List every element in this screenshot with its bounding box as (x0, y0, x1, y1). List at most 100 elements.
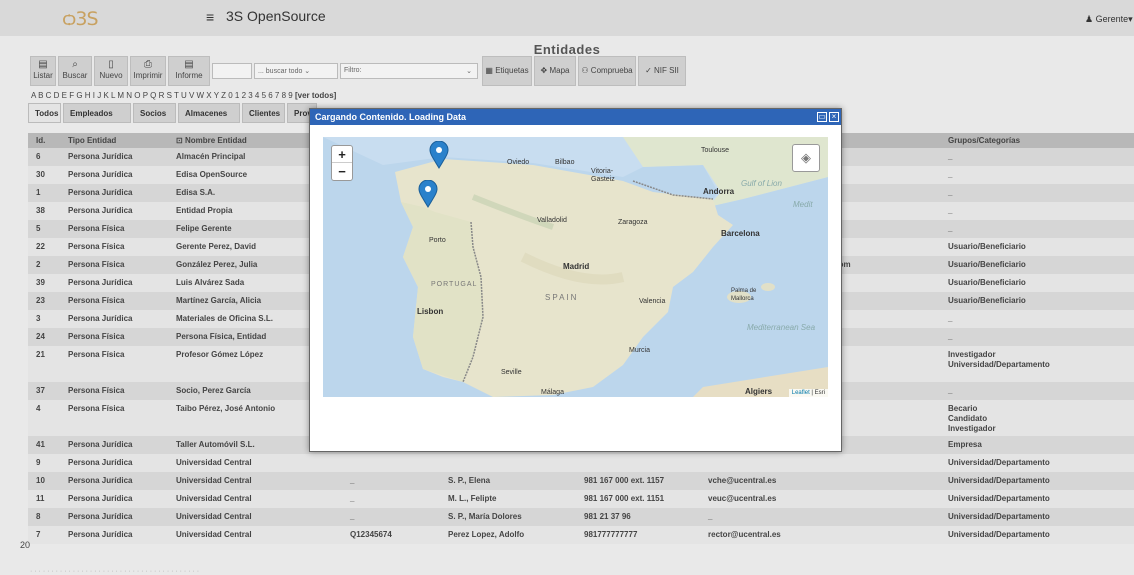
map-label-gulf-of-lion: Gulf of Lion (741, 179, 782, 188)
hamburger-icon[interactable]: ≡ (206, 9, 214, 25)
cell-telefono: 981777777777 (584, 530, 638, 539)
cell-grupos: Universidad/Departamento (948, 530, 1050, 539)
cell-id: 23 (36, 296, 45, 305)
cell-cif: _ (350, 476, 355, 485)
table-row[interactable]: 11 Persona Jurídica Universidad Central _ M.… (28, 490, 1134, 508)
cell-grupos: Usuario/Beneficiario (948, 296, 1026, 305)
cell-grupos: Becario Candidato Investigador (948, 404, 996, 433)
check-users-icon: ⚇ (581, 66, 589, 75)
cell-id: 41 (36, 440, 45, 449)
cell-tipo: Persona Física (68, 404, 125, 413)
cell-id: 30 (36, 170, 45, 179)
cell-nombre: Felipe Gerente (176, 224, 232, 233)
cell-nombre: Entidad Propia (176, 206, 233, 215)
layers-icon[interactable]: ◈ (792, 144, 820, 172)
new-button[interactable]: ▯ Nuevo (94, 56, 128, 86)
table-row[interactable]: 7 Persona Jurídica Universidad Central Q123… (28, 526, 1134, 544)
table-row[interactable]: 9 Persona Jurídica Universidad Central Univ… (28, 454, 1134, 472)
col-grupos[interactable]: Grupos/Categorías (948, 136, 1020, 145)
map-label-valencia: Valencia (639, 298, 666, 305)
map-marker-icon[interactable] (418, 180, 438, 208)
tab-socios[interactable]: Socios (133, 103, 176, 123)
cell-grupos: Usuario/Beneficiario (948, 278, 1026, 287)
cell-id: 6 (36, 152, 41, 161)
map-label-spain: SPAIN (545, 293, 579, 302)
tab-clientes[interactable]: Clientes (242, 103, 285, 123)
search-input[interactable] (212, 63, 252, 79)
cell-id: 7 (36, 530, 41, 539)
col-nombre[interactable]: ⊡ Nombre Entidad (176, 136, 247, 145)
letter-index[interactable]: A B C D E F G H I J K L M N O P Q R S T … (31, 91, 336, 100)
tab-almacenes[interactable]: Almacenes (178, 103, 240, 123)
cell-grupos: _ (948, 206, 953, 215)
cell-nombre: Martínez García, Alicia (176, 296, 262, 305)
leaflet-link[interactable]: Leaflet (792, 390, 810, 396)
cell-tipo: Persona Jurídica (68, 512, 133, 521)
app-logo[interactable]: ѻ3S (62, 8, 99, 30)
cell-grupos: _ (948, 170, 953, 179)
user-menu[interactable]: ♟ Gerente▾ (1085, 14, 1133, 25)
cell-nombre: Luis Alvárez Sada (176, 278, 245, 287)
search-scope-select[interactable]: ... buscar todo ⌄ (254, 63, 338, 79)
cell-tipo: Persona Física (68, 350, 125, 359)
check-label: Comprueba (590, 66, 633, 75)
tab-empleados[interactable]: Empleados (63, 103, 131, 123)
report-icon: ▤ (184, 59, 194, 70)
cell-tipo: Persona Jurídica (68, 206, 133, 215)
map-label-bilbao: Bilbao (555, 159, 575, 166)
cell-nombre: Persona Física, Entidad (176, 332, 267, 341)
maximize-icon[interactable]: ▭ (817, 112, 827, 122)
map-button[interactable]: ✥ Mapa (534, 56, 576, 86)
table-row[interactable]: 10 Persona Jurídica Universidad Central _ S.… (28, 472, 1134, 490)
map-label-palma: Palma de Mallorca (731, 288, 757, 302)
search-button[interactable]: ⌕ Buscar (58, 56, 92, 86)
map-marker-icon[interactable] (429, 141, 449, 169)
labels-button[interactable]: ▦ Etiquetas (482, 56, 532, 86)
cell-id: 39 (36, 278, 45, 287)
check-button[interactable]: ⚇ Comprueba (578, 56, 636, 86)
zoom-in-button[interactable]: + (332, 146, 352, 163)
print-button[interactable]: ⎙ Imprimir (130, 56, 166, 86)
cell-id: 10 (36, 476, 45, 485)
map-label-porto: Porto (429, 237, 446, 244)
map-view[interactable]: Oviedo Bilbao Vitoria-Gasteiz Toulouse A… (323, 137, 828, 397)
col-tipo[interactable]: Tipo Entidad (68, 136, 116, 145)
search-icon: ⌕ (72, 59, 78, 70)
tab-todos[interactable]: Todos (28, 103, 61, 123)
cell-id: 21 (36, 350, 45, 359)
cell-tipo: Persona Jurídica (68, 476, 133, 485)
cell-id: 8 (36, 512, 41, 521)
cell-email: veuc@ucentral.es (708, 494, 777, 503)
close-icon[interactable]: × (829, 112, 839, 122)
cell-tipo: Persona Física (68, 332, 125, 341)
loading-dialog: Cargando Contenido. Loading Data ▭ × Ovi… (309, 108, 842, 452)
filter-select[interactable]: Filtro: ⌄ (340, 63, 478, 79)
zoom-out-button[interactable]: − (332, 163, 352, 180)
check-icon: ✓ (645, 66, 652, 75)
col-id[interactable]: Id. (36, 136, 45, 145)
cell-grupos: _ (948, 152, 953, 161)
map-label-barcelona: Barcelona (721, 229, 760, 238)
map-attribution: Leaflet | Esri (788, 389, 828, 397)
map-label-mediterranean-sea: Mediterranean Sea (746, 323, 816, 332)
page-title: Entidades (533, 42, 601, 57)
map-label-medit: Medit (793, 200, 813, 209)
table-row[interactable]: 8 Persona Jurídica Universidad Central _ S. … (28, 508, 1134, 526)
cell-nombre: Socio, Perez García (176, 386, 251, 395)
letter-links[interactable]: A B C D E F G H I J K L M N O P Q R S T … (31, 91, 293, 100)
cell-tipo: Persona Jurídica (68, 458, 133, 467)
nif-sii-label: NIF SII (654, 66, 679, 75)
cell-tipo: Persona Jurídica (68, 152, 133, 161)
view-all-link[interactable]: [ver todos] (295, 91, 336, 100)
list-button[interactable]: ▤ Listar (30, 56, 56, 86)
cell-cif: Q12345674 (350, 530, 392, 539)
cell-id: 2 (36, 260, 41, 269)
map-label-andorra: Andorra (703, 187, 735, 196)
cell-id: 11 (36, 494, 45, 503)
search-label: Buscar (62, 71, 88, 80)
report-button[interactable]: ▤ Informe (168, 56, 210, 86)
cell-contacto: S. P., María Dolores (448, 512, 522, 521)
nif-sii-button[interactable]: ✓ NIF SII (638, 56, 686, 86)
list-icon: ▤ (38, 59, 48, 70)
map-label: Mapa (549, 66, 570, 75)
